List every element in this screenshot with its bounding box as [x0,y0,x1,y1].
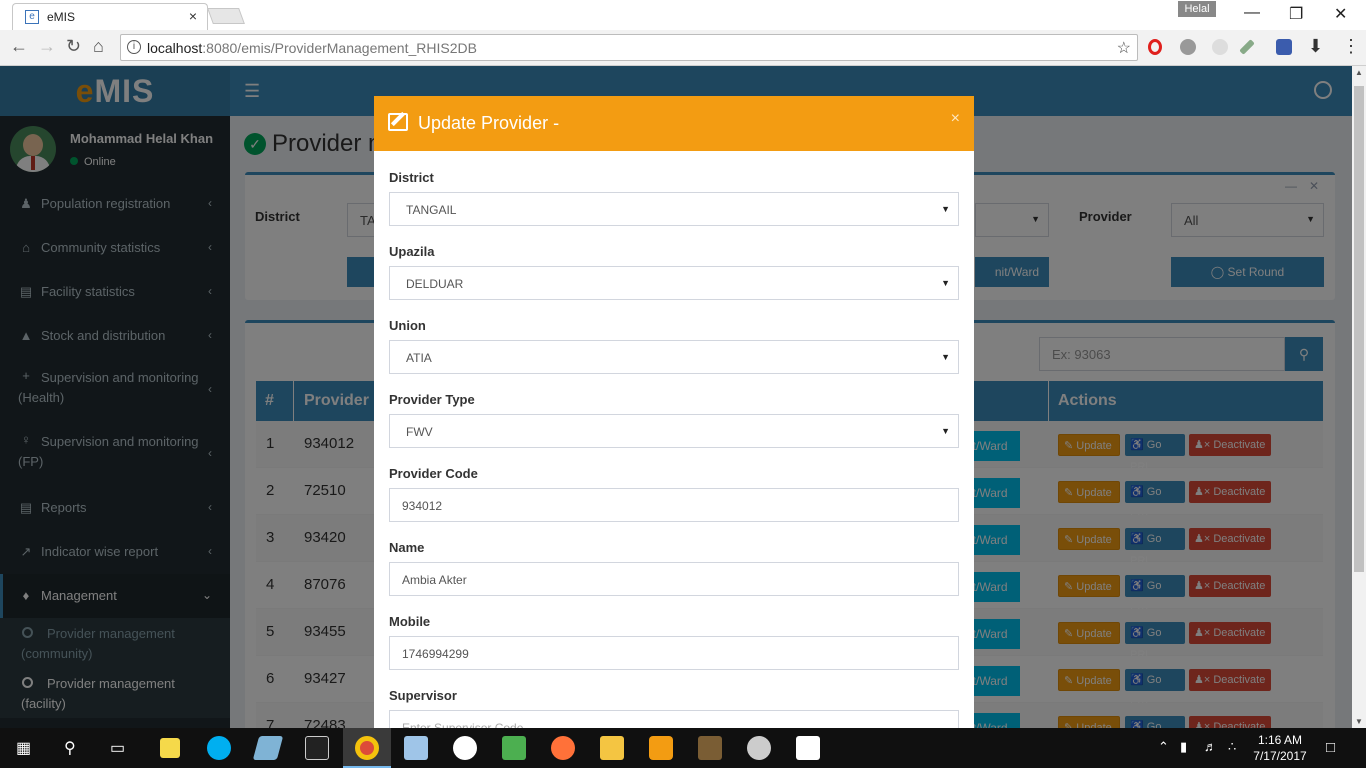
sticky-notes-icon[interactable] [160,738,180,758]
paint-icon[interactable] [747,736,771,760]
name-label: Name [389,540,425,555]
browser-toolbar: ← → ↻ ⌂ i localhost:8080/emis/ProviderMa… [0,30,1366,66]
update-provider-modal: Update Provider - × District TANGAIL ▼ Up… [374,96,974,728]
forward-icon[interactable]: → [38,36,56,57]
district-label: District [389,170,434,185]
chevron-up-icon[interactable]: ⌃ [1158,739,1169,755]
opera-icon[interactable] [1148,39,1162,55]
info-icon[interactable]: i [127,40,141,54]
edit-icon [388,113,408,131]
app-icon[interactable] [252,736,284,760]
tab-close-icon[interactable]: × [189,8,197,24]
union-select[interactable]: ATIA ▼ [389,340,959,374]
battery-icon[interactable]: ▮ [1180,739,1187,755]
search-icon[interactable]: ⚲ [64,738,76,758]
clock-time: 1:16 AM [1257,733,1303,747]
clock-date: 7/17/2017 [1253,749,1307,763]
restore-icon[interactable]: ❐ [1289,4,1303,24]
district-value: TANGAIL [406,203,457,217]
photos-icon[interactable] [796,736,820,760]
firefox-icon[interactable] [551,736,575,760]
wifi-icon[interactable]: ∴ [1228,739,1236,755]
new-tab-button[interactable] [207,8,245,24]
caret-down-icon: ▼ [941,426,950,436]
provider-type-label: Provider Type [389,392,475,407]
cube-extension-icon[interactable] [1276,39,1292,55]
upazila-label: Upazila [389,244,435,259]
provider-type-value: FWV [406,425,433,439]
volume-icon[interactable]: ♬ [1204,739,1217,754]
modal-header: Update Provider - × [374,96,974,151]
upazila-value: DELDUAR [406,277,464,291]
extension-icon[interactable] [1212,39,1228,55]
provider-code-label: Provider Code [389,466,478,481]
browser-tabstrip: e eMIS × Helal — ❐ ✕ [0,0,1366,30]
notifications-icon[interactable]: □ [1326,739,1335,756]
app-icon[interactable] [453,736,477,760]
app-icon[interactable] [649,736,673,760]
upazila-select[interactable]: DELDUAR ▼ [389,266,959,300]
tab-title: eMIS [47,10,76,24]
scrollbar-thumb[interactable] [1354,86,1364,572]
browser-tab[interactable]: e eMIS × [12,3,208,30]
windows-start-icon[interactable]: ▦ [16,738,31,758]
home-icon[interactable]: ⌂ [93,36,104,57]
reload-icon[interactable]: ↻ [66,36,81,57]
page-scrollbar[interactable]: ▲ ▼ [1352,66,1366,728]
ie-favicon-icon: e [25,10,39,24]
back-icon[interactable]: ← [10,36,28,57]
terminal-icon[interactable] [305,736,329,760]
caret-down-icon: ▼ [941,278,950,288]
provider-type-select[interactable]: FWV ▼ [389,414,959,448]
supervisor-label: Supervisor [389,688,457,703]
app-viewport: eMIS ☰ Mohammad Helal Khan Online ♟ Popu… [0,66,1366,728]
supervisor-input[interactable]: Enter Supervisor Code [389,710,959,728]
url-path: :8080/emis/ProviderManagement_RHIS2DB [202,40,477,56]
address-bar[interactable]: i localhost:8080/emis/ProviderManagement… [120,34,1138,61]
clock[interactable]: 1:16 AM 7/17/2017 [1250,732,1310,764]
download-icon[interactable]: ⬇ [1308,36,1323,57]
name-input[interactable]: Ambia Akter [389,562,959,596]
sublime-text-icon[interactable] [698,736,722,760]
modal-title: Update Provider - [418,113,560,133]
menu-kebab-icon[interactable]: ⋮ [1342,36,1360,57]
url-text: localhost:8080/emis/ProviderManagement_R… [147,40,477,56]
profile-badge[interactable]: Helal [1178,1,1216,17]
minimize-icon[interactable]: — [1244,4,1260,22]
windows-taskbar: ▦ ⚲ ▭ ⌃ ▮ ♬ ∴ 1:16 AM 7/17/2017 □ [0,728,1366,768]
file-explorer-icon[interactable] [600,736,624,760]
url-host: localhost [147,40,203,56]
bookmark-star-icon[interactable]: ☆ [1117,38,1131,58]
district-select[interactable]: TANGAIL ▼ [389,192,959,226]
modal-close-icon[interactable]: × [951,110,960,128]
virtualbox-icon[interactable] [404,736,428,760]
task-view-icon[interactable]: ▭ [110,738,125,758]
caret-down-icon: ▼ [941,204,950,214]
union-value: ATIA [406,351,432,365]
mobile-label: Mobile [389,614,431,629]
mobile-input[interactable]: 1746994299 [389,636,959,670]
globe-extension-icon[interactable] [1180,39,1196,55]
caret-down-icon: ▼ [941,352,950,362]
spreadsheet-icon[interactable] [502,736,526,760]
provider-code-input[interactable]: 934012 [389,488,959,522]
close-window-icon[interactable]: ✕ [1334,4,1347,24]
eyedropper-icon[interactable] [1239,39,1255,55]
union-label: Union [389,318,426,333]
scroll-down-icon[interactable]: ▼ [1355,717,1363,726]
skype-icon[interactable] [207,736,231,760]
chrome-icon[interactable] [355,736,379,760]
scroll-up-icon[interactable]: ▲ [1355,68,1363,77]
